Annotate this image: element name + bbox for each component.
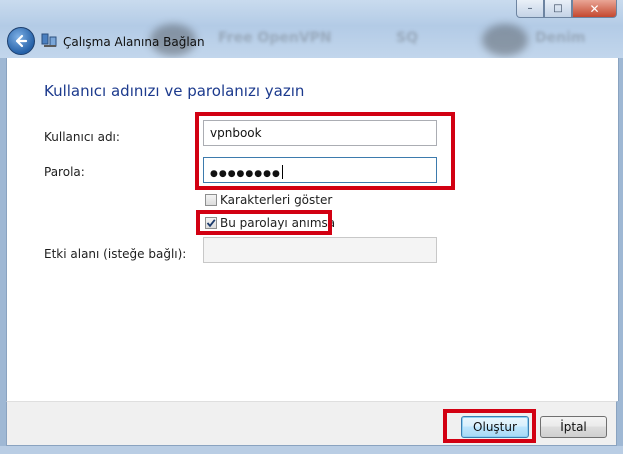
cancel-button[interactable]: İptal (540, 416, 607, 438)
form-heading: Kullanıcı adınızı ve parolanızı yazın (44, 82, 305, 100)
blurred-tab-2: SQ (396, 30, 418, 46)
domain-label: Etki alanı (isteğe bağlı): (44, 247, 187, 261)
show-characters-checkbox[interactable] (205, 194, 217, 206)
network-icon (41, 33, 57, 47)
close-button[interactable]: ✕ (572, 0, 617, 18)
highlight-credentials-box (195, 112, 455, 190)
back-button[interactable] (7, 27, 35, 55)
blurred-background-shape (482, 24, 528, 56)
password-label: Parola: (44, 165, 85, 179)
blurred-tab-3: Denim (535, 30, 586, 46)
domain-field[interactable] (203, 237, 437, 263)
highlight-remember-box (196, 210, 332, 235)
show-characters-label: Karakterleri göster (220, 193, 333, 207)
username-label: Kullanıcı adı: (44, 130, 120, 144)
highlight-create-box (443, 409, 536, 443)
back-arrow-icon (15, 34, 28, 48)
title-bar: Free OpenVPN SQ Denim – □ ✕ Çalışma Alan… (0, 0, 623, 58)
blurred-tab-1: Free OpenVPN (218, 30, 332, 46)
dialog-content: Kullanıcı adınızı ve parolanızı yazın Ku… (6, 58, 619, 401)
window-controls: – □ ✕ (516, 0, 617, 18)
maximize-icon: □ (553, 3, 563, 14)
window-frame-bottom (0, 446, 623, 454)
maximize-button[interactable]: □ (544, 0, 572, 18)
minimize-icon: – (527, 3, 533, 14)
window-title: Çalışma Alanına Bağlan (63, 35, 205, 49)
close-icon: ✕ (589, 1, 600, 16)
minimize-button[interactable]: – (516, 0, 544, 18)
dialog-footer: Oluştur İptal (6, 401, 617, 446)
